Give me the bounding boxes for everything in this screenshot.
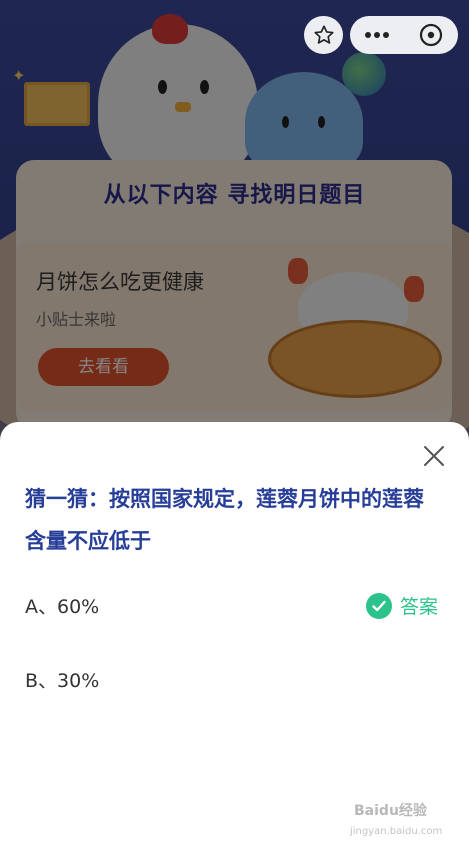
close-icon (424, 446, 444, 466)
close-circle-icon (419, 23, 443, 47)
more-button[interactable] (350, 16, 404, 54)
watermark-url: jingyan.baidu.com (350, 826, 443, 837)
question-text: 猜一猜：按照国家规定，莲蓉月饼中的莲蓉含量不应低于 (25, 487, 424, 553)
star-icon (313, 25, 334, 44)
option-b[interactable]: B、30% (25, 666, 99, 693)
favorite-button[interactable] (304, 16, 343, 54)
watermark-logo: Baidu经验 (354, 803, 427, 819)
option-a[interactable]: A、60% (25, 592, 99, 619)
check-icon (366, 592, 392, 619)
exit-button[interactable] (404, 16, 458, 54)
more-icon (365, 32, 389, 38)
mini-program-capsule (350, 16, 458, 54)
answer-indicator: 答案 (366, 592, 438, 619)
answer-label: 答案 (400, 596, 439, 618)
sheet-close-button[interactable] (420, 442, 448, 470)
